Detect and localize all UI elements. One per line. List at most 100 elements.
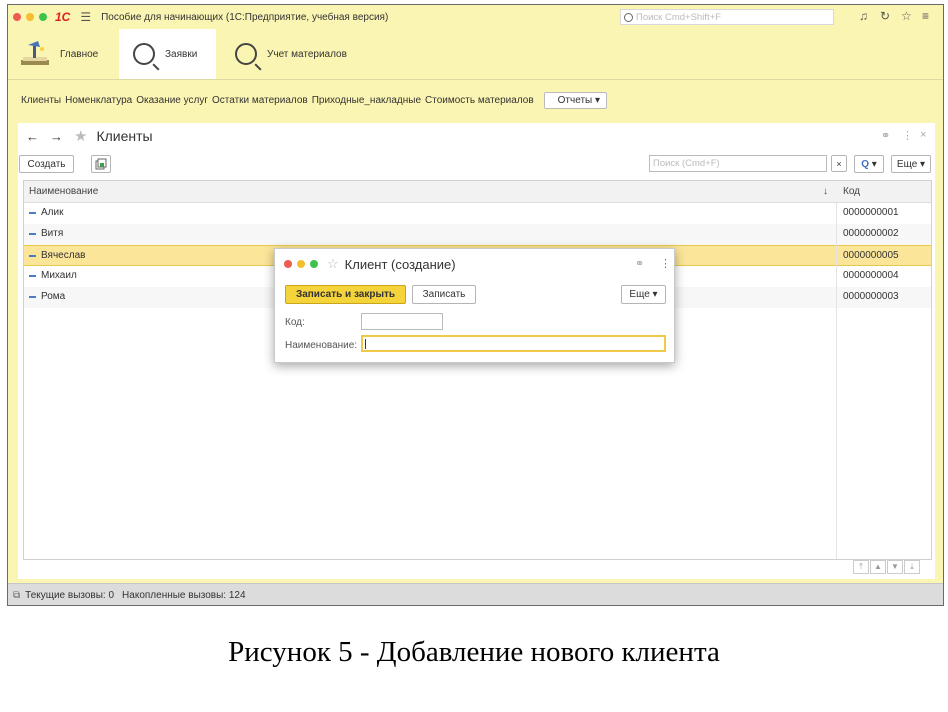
- figure-caption: Рисунок 5 - Добавление нового клиента: [228, 636, 720, 668]
- row-code: 0000000004: [843, 270, 899, 281]
- reports-button[interactable]: Отчеты ▾: [543, 92, 608, 109]
- section-main[interactable]: Главное: [20, 29, 116, 79]
- list-search-input[interactable]: Поиск (Cmd+F): [649, 155, 827, 172]
- client-create-dialog: ☆ Клиент (создание) ⚭ ⋮ Записать и закры…: [274, 248, 675, 363]
- chevron-down-icon: ▾: [595, 95, 601, 106]
- global-search-placeholder: Поиск Cmd+Shift+F: [636, 11, 721, 23]
- favorite-star-icon[interactable]: ★: [74, 127, 87, 145]
- scroll-up-icon[interactable]: ▲: [870, 560, 886, 574]
- dialog-more-button[interactable]: Еще ▾: [621, 285, 666, 304]
- current-calls: Текущие вызовы: 0: [25, 590, 115, 601]
- favorites-icon[interactable]: ☆: [901, 9, 912, 23]
- copy-icon: [95, 158, 107, 170]
- minimize-window-button[interactable]: [26, 13, 34, 21]
- row-code: 0000000005: [843, 250, 899, 261]
- link-icon[interactable]: ⚭: [881, 129, 890, 142]
- cmd-material-cost[interactable]: Стоимость материалов: [425, 95, 534, 106]
- scroll-bottom-icon[interactable]: ⤓: [904, 560, 920, 574]
- history-icon[interactable]: ↻: [880, 9, 890, 23]
- scroll-down-icon[interactable]: ▼: [887, 560, 903, 574]
- menu-icon[interactable]: ☰: [80, 10, 91, 24]
- scroll-top-icon[interactable]: ⤒: [853, 560, 869, 574]
- global-search-input[interactable]: Поиск Cmd+Shift+F: [620, 9, 834, 25]
- name-field[interactable]: [361, 335, 666, 352]
- search-button-label: Q: [861, 158, 869, 170]
- table-row[interactable]: Витя 0000000002: [24, 224, 931, 245]
- status-bar: ⧉ Текущие вызовы: 0 Накопленные вызовы: …: [8, 583, 943, 605]
- more-button-label: Еще: [896, 158, 918, 170]
- form-nav-row: ← → ★ Клиенты ⚭ ⋮ ×: [18, 123, 935, 149]
- reports-label: Отчеты: [557, 95, 593, 106]
- create-button-label: Создать: [27, 158, 66, 170]
- text-cursor: [365, 339, 366, 349]
- create-button[interactable]: Создать: [19, 155, 74, 173]
- column-divider: [836, 203, 837, 559]
- column-header-name[interactable]: Наименование: [29, 186, 98, 197]
- favorite-star-icon[interactable]: ☆: [327, 256, 339, 272]
- cmd-nomenclature[interactable]: Номенклатура: [65, 95, 132, 106]
- close-icon[interactable]: ×: [920, 129, 926, 141]
- save-and-close-label: Записать и закрыть: [295, 289, 396, 300]
- sort-arrow-icon: ↓: [823, 186, 828, 197]
- copy-button[interactable]: [91, 155, 111, 173]
- search-icon: [624, 12, 633, 22]
- save-and-close-button[interactable]: Записать и закрыть: [285, 285, 406, 304]
- chevron-down-icon: ▾: [652, 289, 658, 300]
- dialog-minimize-button[interactable]: [297, 260, 305, 268]
- row-name: Вячеслав: [41, 250, 86, 261]
- row-name: Рома: [41, 291, 66, 302]
- row-code: 0000000001: [843, 207, 899, 218]
- clients-table: Наименование ↓ Код Алик 0000000001 Витя …: [23, 180, 932, 560]
- cmd-receipts[interactable]: Приходные_накладные: [312, 95, 421, 106]
- back-arrow-icon[interactable]: ←: [26, 129, 39, 144]
- item-marker-icon: [29, 296, 36, 298]
- code-label: Код:: [285, 317, 305, 328]
- more-vertical-icon[interactable]: ⋮: [902, 129, 913, 142]
- dialog-close-button[interactable]: [284, 260, 292, 268]
- code-field[interactable]: [361, 313, 443, 330]
- dialog-header: ☆ Клиент (создание) ⚭ ⋮: [275, 249, 674, 279]
- app-window: 1С ☰ Пособие для начинающих (1С:Предприя…: [7, 4, 944, 606]
- more-vertical-icon[interactable]: ⋮: [660, 257, 671, 270]
- title-bar: 1С ☰ Пособие для начинающих (1С:Предприя…: [8, 5, 943, 29]
- search-icon: [235, 43, 257, 65]
- table-row[interactable]: Алик 0000000001: [24, 203, 931, 224]
- list-search-placeholder: Поиск (Cmd+F): [653, 158, 720, 169]
- section-materials[interactable]: Учет материалов: [235, 29, 375, 79]
- row-name: Витя: [41, 228, 64, 239]
- column-header-code[interactable]: Код: [843, 186, 860, 197]
- accumulated-calls: Накопленные вызовы: 124: [122, 590, 246, 601]
- row-name: Алик: [41, 207, 64, 218]
- windows-icon[interactable]: ⧉: [13, 590, 20, 601]
- more-button[interactable]: Еще ▾: [891, 155, 931, 173]
- row-name: Михаил: [41, 270, 77, 281]
- row-code: 0000000003: [843, 291, 899, 302]
- settings-icon[interactable]: ≡: [922, 9, 929, 23]
- close-window-button[interactable]: [13, 13, 21, 21]
- forward-arrow-icon[interactable]: →: [50, 129, 63, 144]
- sections-panel: Главное Заявки Учет материалов: [8, 29, 943, 79]
- chevron-down-icon: ▾: [920, 158, 926, 170]
- list-scroll-buttons: ⤒ ▲ ▼ ⤓: [853, 560, 921, 574]
- list-toolbar: Создать Поиск (Cmd+F) × Q ▾ Еще ▾: [18, 153, 935, 175]
- search-icon: [133, 43, 155, 65]
- section-materials-label: Учет материалов: [267, 48, 347, 60]
- section-orders[interactable]: Заявки: [119, 29, 216, 79]
- link-icon[interactable]: ⚭: [635, 257, 644, 270]
- item-marker-icon: [29, 255, 36, 257]
- cmd-services[interactable]: Оказание услуг: [136, 95, 208, 106]
- cmd-material-balances[interactable]: Остатки материалов: [212, 95, 308, 106]
- cmd-clients[interactable]: Клиенты: [21, 95, 61, 106]
- section-orders-label: Заявки: [165, 48, 198, 60]
- row-code: 0000000002: [843, 228, 899, 239]
- bell-icon[interactable]: ♫: [859, 9, 868, 23]
- item-marker-icon: [29, 233, 36, 235]
- item-marker-icon: [29, 275, 36, 277]
- search-button[interactable]: Q ▾: [854, 155, 884, 173]
- dialog-maximize-button[interactable]: [310, 260, 318, 268]
- app-logo: 1С: [55, 10, 71, 24]
- maximize-window-button[interactable]: [39, 13, 47, 21]
- chevron-down-icon: ▾: [871, 158, 877, 170]
- clear-search-button[interactable]: ×: [831, 155, 847, 172]
- save-button[interactable]: Записать: [412, 285, 476, 304]
